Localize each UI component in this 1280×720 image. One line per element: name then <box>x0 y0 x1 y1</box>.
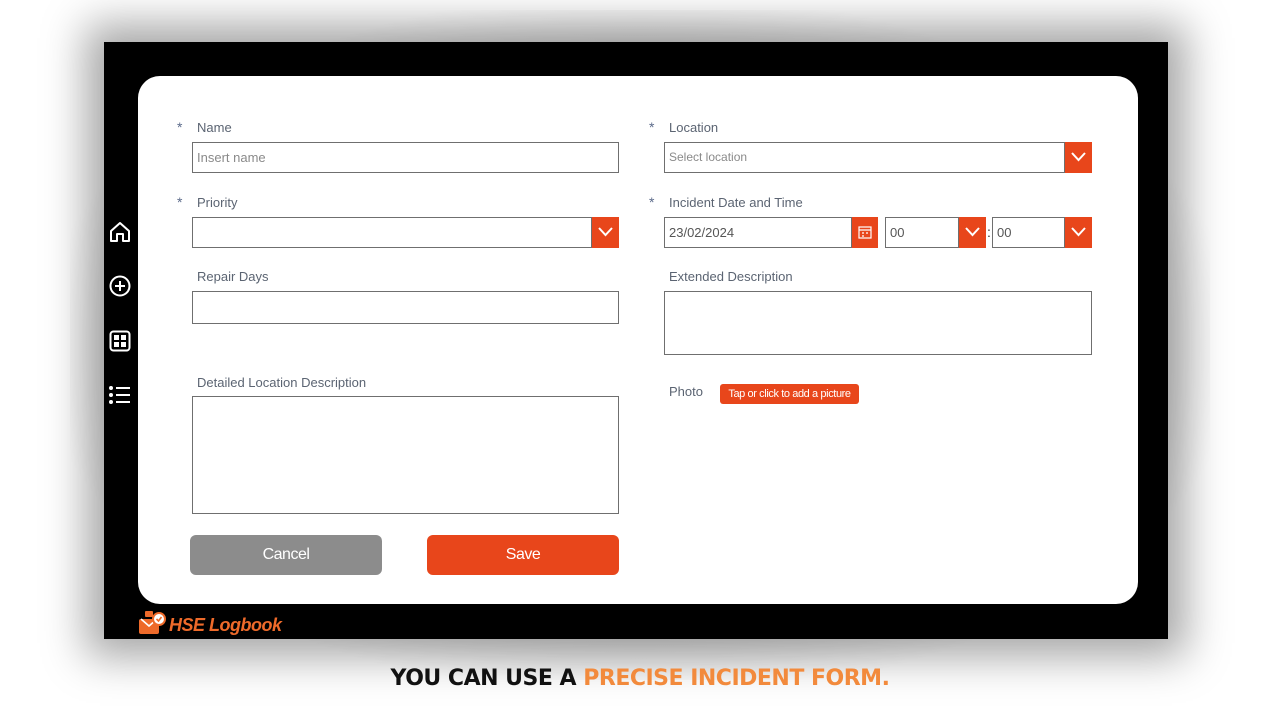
hour-select[interactable]: 00 <box>885 217 959 248</box>
extended-description-label: Extended Description <box>669 269 793 284</box>
incident-datetime-label: Incident Date and Time <box>669 195 803 210</box>
brand-name: HSE Logbook <box>169 615 282 635</box>
minute-select[interactable]: 00 <box>992 217 1065 248</box>
required-mark: * <box>177 119 183 135</box>
list-icon[interactable] <box>108 383 132 407</box>
date-input[interactable]: 23/02/2024 <box>664 217 852 248</box>
cancel-button[interactable]: Cancel <box>190 535 382 575</box>
required-mark: * <box>177 194 183 210</box>
name-input[interactable]: Insert name <box>192 142 619 173</box>
caption-highlight: PRECISE INCIDENT FORM. <box>583 666 890 691</box>
detailed-location-textarea[interactable] <box>192 396 619 514</box>
location-label: Location <box>669 120 719 135</box>
grid-icon[interactable] <box>108 329 132 353</box>
priority-label: Priority <box>197 195 238 210</box>
plus-circle-icon[interactable] <box>108 274 132 298</box>
required-mark: * <box>649 119 655 135</box>
required-mark: * <box>649 194 655 210</box>
caption: YOU CAN USE A PRECISE INCIDENT FORM. <box>0 666 1280 691</box>
caption-text: YOU CAN USE A <box>390 666 584 691</box>
repair-days-input[interactable] <box>192 291 619 324</box>
add-picture-button[interactable]: Tap or click to add a picture <box>720 384 859 404</box>
time-separator: : <box>987 224 991 240</box>
name-label: Name <box>197 120 232 135</box>
calendar-icon[interactable] <box>852 217 878 248</box>
chevron-down-icon[interactable] <box>959 217 986 248</box>
home-icon[interactable] <box>108 220 132 244</box>
chevron-down-icon[interactable] <box>1065 142 1092 173</box>
photo-label: Photo <box>669 384 703 399</box>
priority-select[interactable] <box>192 217 592 248</box>
repair-days-label: Repair Days <box>197 269 269 284</box>
location-select[interactable]: Select location <box>664 142 1065 173</box>
detailed-location-label: Detailed Location Description <box>197 375 367 390</box>
logbook-icon <box>139 611 166 634</box>
chevron-down-icon[interactable] <box>1065 217 1092 248</box>
extended-description-textarea[interactable] <box>664 291 1092 355</box>
save-button[interactable]: Save <box>427 535 619 575</box>
chevron-down-icon[interactable] <box>592 217 619 248</box>
